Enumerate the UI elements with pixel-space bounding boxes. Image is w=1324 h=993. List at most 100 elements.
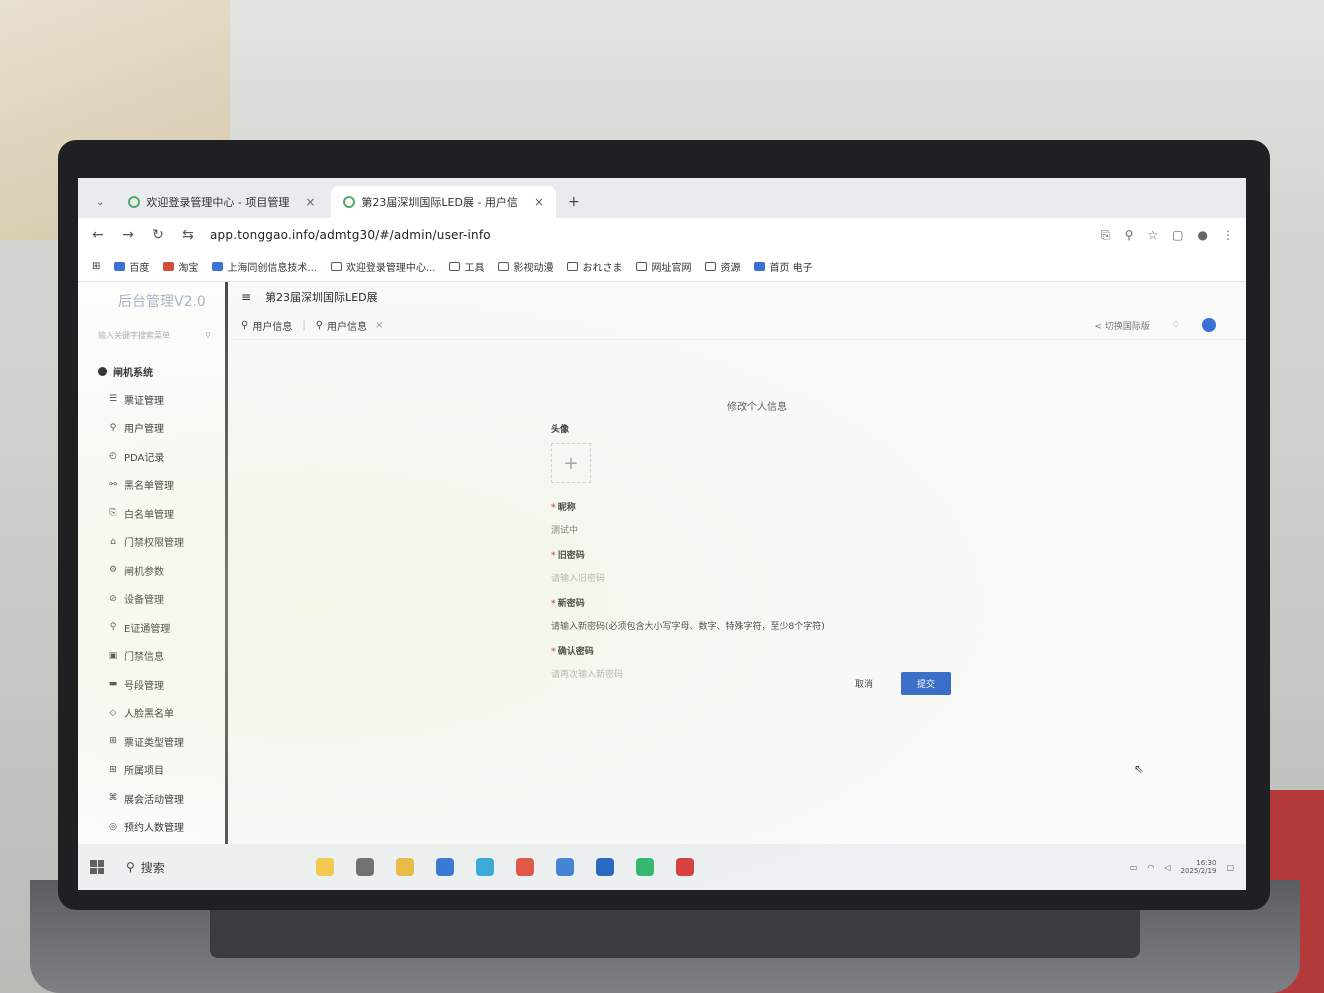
url-field[interactable]: app.tonggao.info/admtg30/#/admin/user-in… [210,228,491,242]
confirm-password-field: * 确认密码 请再次输入新密码 [551,644,623,680]
wps-icon[interactable] [676,858,694,876]
baidu-icon [114,262,126,271]
sidebar-item[interactable]: ⚲ E证通管理 [78,613,225,642]
forward-arrow-icon[interactable]: → [120,227,136,243]
bookmark-label: 影视动漫 [513,263,554,274]
user-icon: ⚲ [315,320,324,331]
network-icon[interactable]: ◠ [1147,863,1154,872]
taskbar-search[interactable]: ⚲ 搜索 [126,859,276,876]
widgets-icon[interactable] [316,858,334,876]
bookmark-folder[interactable]: おれさま [567,259,622,274]
submit-button[interactable]: 提交 [901,672,952,695]
sidebar-item[interactable]: ⚯ 黑名单管理 [78,471,225,500]
header-actions: < 切换国际版 ♢ [1095,318,1216,332]
apps-grid-icon[interactable]: ⊞ [92,261,100,272]
sidebar-item[interactable]: ▣ 门禁信息 [78,642,225,671]
bookmark-item[interactable]: 淘宝 [163,259,198,274]
avatar-upload-button[interactable]: + [551,443,591,483]
site-info-icon[interactable]: ⇆ [180,227,196,243]
close-icon[interactable]: × [534,195,544,209]
site-favicon-icon [343,196,356,208]
notification-icon[interactable]: ▢ [1226,863,1234,872]
sidebar-item[interactable]: ◎ 预约人数管理 [78,813,225,842]
outlook-icon[interactable] [436,858,454,876]
browser-tab-2[interactable]: 第23届深圳国际LED展 - 用户信 × [331,186,556,218]
tag-user-info[interactable]: ⚲ 用户信息 [241,318,292,333]
form-title: 修改个人信息 [727,402,787,413]
sidebar-item[interactable]: ◴ PDA记录 [78,442,225,471]
app-icon[interactable] [596,858,614,876]
new-tab-button[interactable]: + [560,186,588,218]
bookmark-star-icon[interactable]: ☆ [1147,228,1158,243]
sidebar-item-label: 展会活动管理 [124,794,184,806]
bookmark-folder[interactable]: 网址官网 [636,259,691,274]
clock-time: 16:30 [1196,858,1217,867]
search-icon: ⚲ [205,330,211,340]
edge-icon[interactable] [476,858,494,876]
reload-icon[interactable]: ↻ [150,227,166,243]
old-password-input[interactable]: 请输入旧密码 [551,571,605,584]
bookmark-folder[interactable]: 资源 [705,259,740,274]
sidebar-item[interactable]: ⌂ 门禁权限管理 [78,528,225,557]
bookmark-item[interactable]: 首页 电子 [754,259,813,274]
app-icon[interactable] [636,858,654,876]
menu-dots-icon[interactable]: ⋮ [1222,228,1234,243]
menu-icon: ⊞ [109,764,117,775]
close-icon[interactable]: × [305,195,315,209]
sidebar-item[interactable]: ⊘ 设备管理 [78,585,225,614]
bookmark-folder[interactable]: 影视动漫 [498,259,553,274]
clock[interactable]: 16:30 2025/2/19 [1181,859,1217,876]
browser-tab-1[interactable]: 欢迎登录管理中心 - 项目管理 × [116,186,327,218]
new-password-input[interactable]: 请输入新密码(必须包含大小写字母、数字、特殊字符，至少8个字符) [551,619,825,632]
admin-app: 后台管理V2.0 输入关键字搜索菜单 ⚲ 闸机系统 ☰ 票证管理 ⚲ 用户管理 ◴ P… [78,282,1246,844]
windows-taskbar: ⚲ 搜索 ▭ ◠ ◁ 16:30 2025/2/19 ▢ [78,844,1246,890]
bookmark-item[interactable]: 百度 [114,259,149,274]
bookmark-item[interactable]: 上海同创信息技术... [212,259,317,274]
sidebar-item[interactable]: ⚲ 用户管理 [78,414,225,443]
bookmark-item[interactable]: 欢迎登录管理中心... [330,259,435,274]
language-switch[interactable]: < 切换国际版 [1095,319,1150,332]
bookmark-folder[interactable]: 工具 [449,259,484,274]
browser-tab-strip: ⌄ 欢迎登录管理中心 - 项目管理 × 第23届深圳国际LED展 - 用户信 ×… [78,178,1246,218]
confirm-password-input[interactable]: 请再次输入新密码 [551,667,623,680]
sidebar-search-placeholder: 输入关键字搜索菜单 [98,330,170,340]
tab-search-chevron-icon[interactable]: ⌄ [90,186,112,218]
task-view-icon[interactable] [356,858,374,876]
bookmark-label: 上海同创信息技术... [227,263,317,274]
zoom-icon[interactable]: ⚲ [1125,228,1134,243]
site-icon [212,262,224,271]
file-explorer-icon[interactable] [396,858,414,876]
nickname-input[interactable]: 测试中 [551,523,578,536]
sidebar-item[interactable]: ◇ 人脸黑名单 [78,699,225,728]
menu-icon: ⌂ [110,536,116,547]
cancel-button[interactable]: 取消 [851,673,877,694]
back-arrow-icon[interactable]: ← [90,227,106,243]
tag-user-info-active[interactable]: ⚲ 用户信息 × [316,318,384,333]
avatar[interactable] [1202,318,1216,332]
sidebar-group-gate-system[interactable]: 闸机系统 [78,358,225,385]
bell-icon[interactable]: ♢ [1172,320,1180,330]
chrome-icon[interactable] [516,858,534,876]
sidebar-item[interactable]: ⊞ 票证类型管理 [78,727,225,756]
sidebar-item-label: 门禁信息 [124,652,164,664]
translate-icon[interactable]: ⎘ [1101,228,1111,243]
avatar-label: 头像 [551,425,570,435]
menu-icon: ⌘ [108,793,118,804]
bookmark-label: 工具 [464,263,485,274]
profile-icon[interactable]: ● [1198,228,1208,243]
sidebar-item[interactable]: ⎘ 白名单管理 [78,499,225,528]
sidebar-item[interactable]: ☰ 票证管理 [78,385,225,414]
close-icon[interactable]: × [375,320,383,331]
extensions-icon[interactable]: ▢ [1172,228,1183,243]
sidebar-item[interactable]: ⌘ 展会活动管理 [78,784,225,813]
form-actions: 取消 提交 [851,672,952,695]
volume-icon[interactable]: ◁ [1164,863,1170,872]
sidebar-item[interactable]: ⊞ 所属项目 [78,756,225,785]
battery-icon[interactable]: ▭ [1130,863,1138,872]
windows-start-icon[interactable] [90,860,104,874]
sidebar-item[interactable]: ▬ 号段管理 [78,670,225,699]
sidebar-item[interactable]: ⚙ 闸机参数 [78,556,225,585]
app-icon[interactable] [556,858,574,876]
sidebar-search-input[interactable]: 输入关键字搜索菜单 ⚲ [98,324,211,346]
hamburger-icon[interactable]: ≡ [241,290,251,304]
